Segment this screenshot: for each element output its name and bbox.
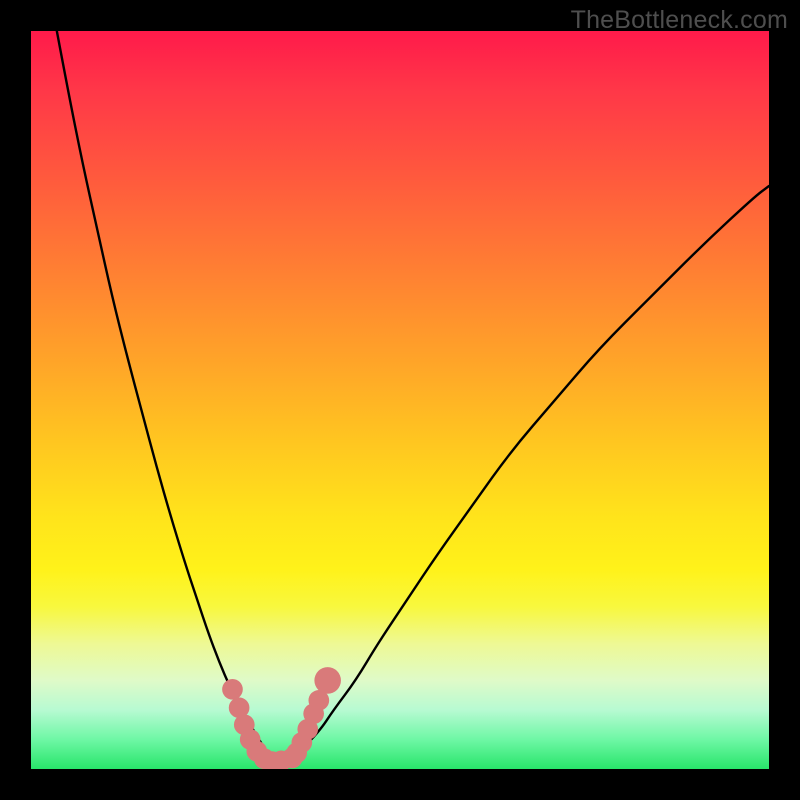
watermark-text: TheBottleneck.com (571, 6, 788, 35)
chart-frame: TheBottleneck.com (0, 0, 800, 800)
marker-layer (31, 31, 769, 769)
data-marker (314, 667, 341, 694)
data-marker (222, 679, 243, 700)
